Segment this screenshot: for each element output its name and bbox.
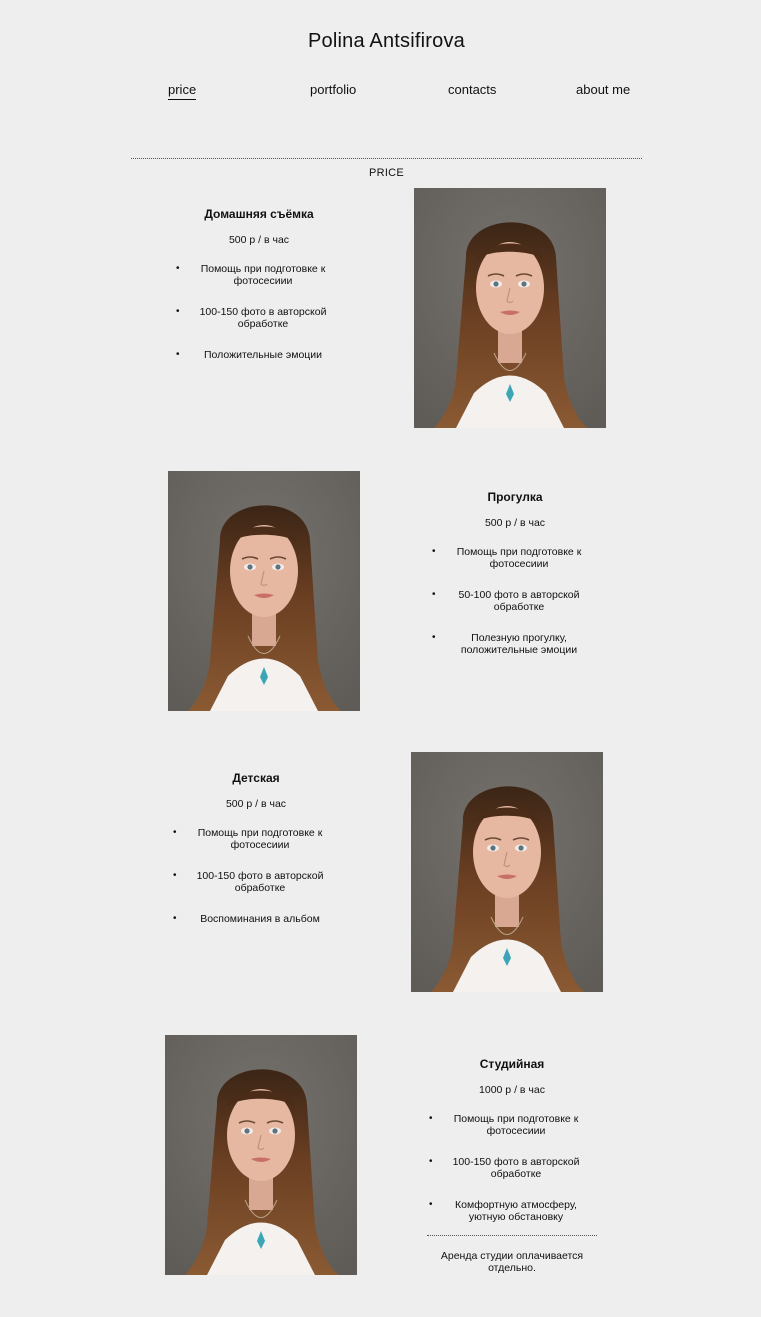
feature-item: Помощь при подготовке к фотосесиии [171, 827, 341, 851]
nav-about-me[interactable]: about me [576, 82, 630, 97]
site-title: Polina Antsifirova [307, 30, 466, 52]
feature-item: Воспоминания в альбом [171, 913, 341, 925]
feature-item: Полезную прогулку, положительные эмоции [430, 632, 600, 656]
package-title: Детская [232, 771, 280, 785]
package-card-studio: Студийная 1000 р / в час Помощь при подг… [427, 1057, 597, 1274]
feature-item: 100-150 фото в авторской обработке [171, 870, 341, 894]
feature-list: Помощь при подготовке к фотосесиии 100-1… [427, 1113, 597, 1223]
portrait-illustration [414, 188, 606, 428]
feature-list: Помощь при подготовке к фотосесиии 100-1… [174, 263, 344, 361]
feature-list: Помощь при подготовке к фотосесиии 50-10… [430, 546, 600, 656]
portrait-illustration [168, 471, 360, 711]
portrait-photo [414, 188, 606, 428]
feature-item: Положительные эмоции [174, 349, 344, 361]
portrait-illustration [165, 1035, 357, 1275]
package-card-home: Домашняя съёмка 500 р / в час Помощь при… [174, 207, 344, 380]
header-divider [131, 158, 642, 159]
feature-item: 50-100 фото в авторской обработке [430, 589, 600, 613]
nav-contacts[interactable]: contacts [448, 82, 496, 97]
package-title: Домашняя съёмка [204, 207, 314, 221]
section-label: PRICE [368, 167, 405, 179]
note-divider [427, 1235, 597, 1236]
studio-rent-note: Аренда студии оплачивается отдельно. [440, 1250, 584, 1274]
package-price: 500 р / в час [225, 798, 287, 810]
portrait-photo [411, 752, 603, 992]
package-card-kids: Детская 500 р / в час Помощь при подгото… [171, 771, 341, 944]
portrait-illustration [411, 752, 603, 992]
package-price: 500 р / в час [484, 517, 546, 529]
package-title: Прогулка [487, 490, 543, 504]
feature-item: 100-150 фото в авторской обработке [174, 306, 344, 330]
main-nav: price portfolio contacts about me [0, 82, 761, 106]
portrait-photo [165, 1035, 357, 1275]
portrait-photo [168, 471, 360, 711]
feature-item: 100-150 фото в авторской обработке [427, 1156, 597, 1180]
feature-item: Помощь при подготовке к фотосесиии [430, 546, 600, 570]
nav-portfolio[interactable]: portfolio [310, 82, 356, 97]
feature-item: Помощь при подготовке к фотосесиии [427, 1113, 597, 1137]
feature-list: Помощь при подготовке к фотосесиии 100-1… [171, 827, 341, 925]
package-price: 1000 р / в час [479, 1084, 545, 1096]
package-price: 500 р / в час [228, 234, 290, 246]
feature-item: Помощь при подготовке к фотосесиии [174, 263, 344, 287]
package-title: Студийная [479, 1057, 545, 1071]
feature-item: Комфортную атмосферу, уютную обстановку [427, 1199, 597, 1223]
package-card-walk: Прогулка 500 р / в час Помощь при подгот… [430, 490, 600, 675]
nav-price[interactable]: price [168, 82, 197, 100]
